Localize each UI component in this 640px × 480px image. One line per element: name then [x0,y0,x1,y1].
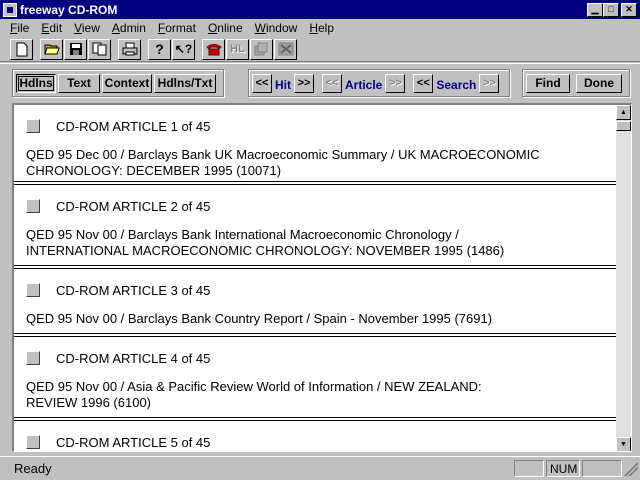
minimize-button[interactable]: ▁ [587,2,603,17]
window-title: freeway CD-ROM [20,2,118,17]
status-text: Ready [14,461,52,476]
new-document-icon [16,42,27,56]
status-bar: Ready NUM [0,456,640,480]
article-checkbox[interactable] [26,351,40,365]
help-icon: ? [155,41,164,57]
status-panel-scroll [582,460,622,477]
hl-button[interactable]: HL [226,38,249,60]
article-label: Article [345,78,383,92]
scroll-up-button[interactable]: ▲ [616,105,631,120]
done-button[interactable]: Done [576,73,622,93]
article-checkbox[interactable] [26,435,40,449]
up-arrow-icon: ▲ [620,109,627,116]
menu-format[interactable]: Format [152,21,202,35]
cross-button[interactable] [274,38,297,60]
maximize-button[interactable]: □ [603,2,619,17]
context-help-icon: ↖? [174,42,193,56]
menu-online[interactable]: Online [202,21,249,35]
article-header: CD-ROM ARTICLE 2 of 45 [56,198,211,214]
menu-view[interactable]: View [68,21,106,35]
toolbar: ? ↖? HL [0,37,640,62]
menu-file[interactable]: File [4,21,35,35]
navigation-bar: Hdlns Text Context Hdlns/Txt << Hit >> <… [0,63,640,101]
stack-icon [254,42,267,56]
article-header: CD-ROM ARTICLE 4 of 45 [56,350,211,366]
article-header: CD-ROM ARTICLE 5 of 45 [56,434,211,450]
print-icon [122,42,137,56]
vertical-scrollbar[interactable]: ▲ ▼ [616,105,631,451]
list-item[interactable]: CD-ROM ARTICLE 3 of 45 QED 95 Nov 00 / B… [14,269,617,333]
menu-window[interactable]: Window [249,21,304,35]
save-disk-icon [69,43,82,55]
close-icon: ✕ [625,4,633,14]
menu-help[interactable]: Help [303,21,340,35]
cross-icon [278,42,293,56]
article-headline[interactable]: QED 95 Nov 00 / Asia & Pacific Review Wo… [26,379,586,411]
list-item[interactable]: CD-ROM ARTICLE 5 of 45 [14,421,617,451]
hl-icon: HL [230,43,245,55]
search-label: Search [436,78,477,92]
article-checkbox[interactable] [26,283,40,297]
article-headline[interactable]: QED 95 Dec 00 / Barclays Bank UK Macroec… [26,147,586,179]
find-button[interactable]: Find [526,73,570,93]
menu-edit[interactable]: Edit [35,21,68,35]
context-help-button[interactable]: ↖? [172,38,195,60]
navigation-group: << Hit >> << Article >> << Search >> [248,69,510,97]
article-headline[interactable]: QED 95 Nov 00 / Barclays Bank Internatio… [26,227,586,259]
hit-label: Hit [275,78,291,92]
article-header: CD-ROM ARTICLE 3 of 45 [56,282,211,298]
article-headline[interactable]: QED 95 Nov 00 / Barclays Bank Country Re… [26,311,586,327]
list-item[interactable]: CD-ROM ARTICLE 2 of 45 QED 95 Nov 00 / B… [14,185,617,265]
article-prev-button[interactable]: << [322,73,342,93]
scroll-down-button[interactable]: ▼ [616,437,631,451]
minimize-icon: ▁ [591,4,599,14]
menu-bar: File Edit View Admin Format Online Windo… [0,19,640,37]
status-panel-num: NUM [546,460,580,477]
headlines-button[interactable]: Hdlns [16,73,56,93]
app-icon[interactable] [3,2,17,17]
maximize-icon: □ [608,4,614,14]
help-button[interactable]: ? [148,38,171,60]
open-button[interactable] [40,38,63,60]
headlines-text-button[interactable]: Hdlns/Txt [154,73,216,93]
copy-icon [92,42,106,56]
article-checkbox[interactable] [26,119,40,133]
save-button[interactable] [64,38,87,60]
open-folder-icon [43,44,60,55]
scroll-thumb[interactable] [616,121,631,131]
copy-button[interactable] [88,38,111,60]
menu-admin[interactable]: Admin [106,21,152,35]
list-item[interactable]: CD-ROM ARTICLE 1 of 45 QED 95 Dec 00 / B… [14,105,617,181]
article-header: CD-ROM ARTICLE 1 of 45 [56,118,211,134]
view-mode-group: Hdlns Text Context Hdlns/Txt [12,69,224,97]
article-next-button[interactable]: >> [385,73,406,93]
article-list: CD-ROM ARTICLE 1 of 45 QED 95 Dec 00 / B… [14,105,617,451]
list-item[interactable]: CD-ROM ARTICLE 4 of 45 QED 95 Nov 00 / A… [14,337,617,417]
close-button[interactable]: ✕ [621,2,637,17]
context-button[interactable]: Context [102,73,152,93]
hit-next-button[interactable]: >> [294,73,314,93]
text-button[interactable]: Text [58,73,100,93]
down-arrow-icon: ▼ [620,441,627,448]
phone-icon [205,44,222,56]
status-panel-caps [514,460,544,477]
resize-grip[interactable] [624,461,638,476]
hit-prev-button[interactable]: << [252,73,272,93]
headlines-pane: CD-ROM ARTICLE 1 of 45 QED 95 Dec 00 / B… [12,103,632,452]
search-next-button[interactable]: >> [479,73,500,93]
article-checkbox[interactable] [26,199,40,213]
stack-button[interactable] [250,38,273,60]
title-bar: freeway CD-ROM ▁ □ ✕ [0,0,640,19]
action-group: Find Done [522,69,630,97]
phone-button[interactable] [202,38,225,60]
print-button[interactable] [118,38,141,60]
search-prev-button[interactable]: << [413,73,434,93]
new-button[interactable] [10,38,33,60]
